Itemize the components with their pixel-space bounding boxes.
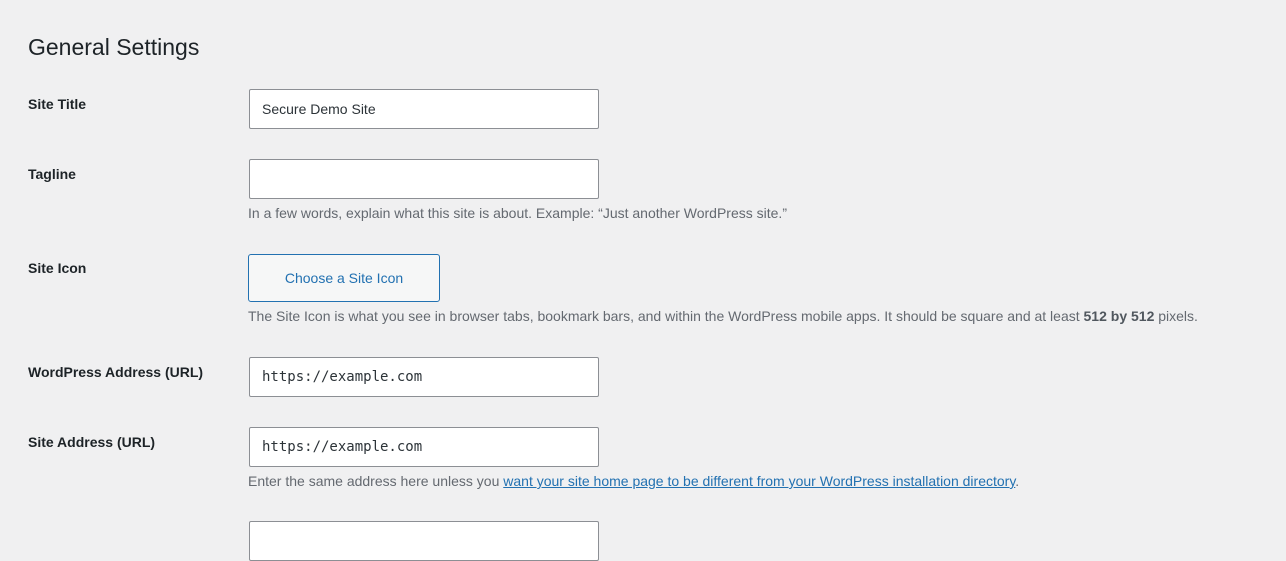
site-icon-label: Site Icon <box>28 260 87 276</box>
wordpress-address-label: WordPress Address (URL) <box>28 364 204 380</box>
site-address-description: Enter the same address here unless you w… <box>248 471 1019 491</box>
choose-site-icon-button[interactable]: Choose a Site Icon <box>248 254 440 302</box>
tagline-label: Tagline <box>28 166 76 182</box>
site-address-description-end: . <box>1015 473 1020 489</box>
site-address-help-link[interactable]: want your site home page to be different… <box>503 473 1015 489</box>
site-address-label: Site Address (URL) <box>28 434 156 450</box>
site-address-input[interactable] <box>249 427 599 467</box>
site-icon-description-text: The Site Icon is what you see in browser… <box>248 308 1084 324</box>
site-title-input[interactable] <box>249 89 599 129</box>
tagline-input[interactable] <box>249 159 599 199</box>
site-address-description-text: Enter the same address here unless you <box>248 473 504 489</box>
tagline-description: In a few words, explain what this site i… <box>248 205 787 221</box>
site-icon-description: The Site Icon is what you see in browser… <box>248 306 1198 326</box>
next-field-input[interactable] <box>249 521 599 561</box>
page-title: General Settings <box>28 34 200 60</box>
site-icon-size-text: 512 by 512 <box>1083 308 1155 324</box>
wordpress-address-input[interactable] <box>249 357 599 397</box>
site-title-label: Site Title <box>28 96 87 112</box>
site-icon-description-end: pixels. <box>1154 308 1198 324</box>
